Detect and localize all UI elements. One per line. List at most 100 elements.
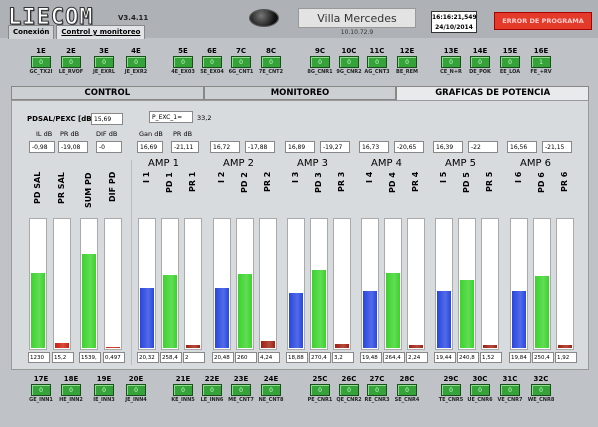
bar-label: PD 4	[388, 172, 397, 193]
led-value[interactable]: 1	[531, 56, 551, 68]
bar-fill	[535, 276, 549, 348]
bar-value: 250,4	[532, 352, 554, 363]
tab-conexion[interactable]: Conexión	[8, 25, 55, 39]
bar-fill	[238, 274, 252, 348]
led-code: 16E	[533, 47, 549, 55]
led-value[interactable]: 0	[202, 56, 222, 68]
bar-label: I 4	[365, 172, 374, 184]
led-14E[interactable]: 14E 0 DE_POK	[467, 47, 493, 76]
amp-gain-value: 16,56	[507, 141, 537, 153]
bar-fill	[512, 291, 526, 348]
led-19E[interactable]: 19E 0 IE_INN3	[91, 375, 117, 404]
amp-pr-value: -22	[468, 141, 498, 153]
bar-fill	[312, 270, 326, 348]
led-value[interactable]: 0	[126, 56, 146, 68]
led-4E[interactable]: 4E 0 JE_EXR2	[123, 47, 149, 76]
led-value[interactable]: 0	[31, 384, 51, 396]
bar-label: PR 1	[188, 172, 197, 193]
bar-fill	[31, 273, 45, 348]
led-value[interactable]: 0	[470, 384, 490, 396]
led-16E[interactable]: 16E 1 FE_+RV	[528, 47, 554, 76]
version-label: V3.4.11	[118, 14, 149, 22]
led-20E[interactable]: 20E 0 JE_INN4	[123, 375, 149, 404]
led-23E[interactable]: 23E 0 ME_CNT7	[228, 375, 254, 404]
bar-fill	[106, 347, 120, 348]
led-value[interactable]: 0	[397, 56, 417, 68]
led-value[interactable]: 0	[31, 56, 51, 68]
led-3E[interactable]: 3E 0 JE_EXRL	[91, 47, 117, 76]
led-11C[interactable]: 11C 0 AG_CNT3	[364, 47, 390, 76]
led-value[interactable]: 0	[261, 56, 281, 68]
led-code: 7C	[235, 47, 246, 55]
led-32C[interactable]: 32C 0 WE_CNR8	[528, 375, 555, 404]
led-value[interactable]: 0	[173, 56, 193, 68]
led-value[interactable]: 0	[310, 384, 330, 396]
led-value[interactable]: 0	[339, 56, 359, 68]
led-code: 26C	[341, 375, 357, 383]
datetime-box: 16:16:21,549 24/10/2014	[431, 11, 477, 33]
led-code: 24E	[263, 375, 279, 383]
led-value[interactable]: 0	[367, 384, 387, 396]
tab-control-monitoreo[interactable]: Control y monitoreo	[56, 25, 146, 39]
led-code: 14E	[472, 47, 488, 55]
header-bar: LIECOM V3.4.11 Villa Mercedes 10.10.72.9…	[0, 0, 598, 39]
led-value[interactable]: 0	[500, 384, 520, 396]
led-value[interactable]: 0	[202, 384, 222, 396]
bar-fill	[55, 343, 69, 348]
led-value[interactable]: 0	[126, 384, 146, 396]
il-label: IL dB	[36, 130, 53, 138]
led-label: FE_+RV	[530, 69, 552, 75]
led-8C[interactable]: 8C 0 7E_CNT2	[258, 47, 284, 76]
led-1E[interactable]: 1E 0 GC_TX2I	[28, 47, 54, 76]
pr-value: -19,08	[58, 141, 88, 153]
bar-value: 2,24	[406, 352, 428, 363]
led-24E[interactable]: 24E 0 NE_CNT8	[258, 375, 284, 404]
bar-value: 264,4	[383, 352, 405, 363]
led-value[interactable]: 0	[441, 56, 461, 68]
led-code: 28C	[399, 375, 415, 383]
led-value[interactable]: 0	[367, 56, 387, 68]
led-15E[interactable]: 15E 0 EE_LOA	[497, 47, 523, 76]
bar-value: 18,88	[286, 352, 308, 363]
led-value[interactable]: 0	[94, 56, 114, 68]
led-2E[interactable]: 2E 0 LE_RVOF	[58, 47, 84, 76]
led-value[interactable]: 0	[61, 384, 81, 396]
led-code: 6E	[207, 47, 217, 55]
led-value[interactable]: 0	[61, 56, 81, 68]
bar-fill	[186, 345, 200, 348]
bar-value: 19,44	[434, 352, 456, 363]
led-value[interactable]: 0	[231, 56, 251, 68]
led-7C[interactable]: 7C 0 6G_CNT1	[228, 47, 254, 76]
led-value[interactable]: 0	[231, 384, 251, 396]
bar-fill	[140, 288, 154, 348]
led-value[interactable]: 0	[470, 56, 490, 68]
led-18E[interactable]: 18E 0 HE_INN2	[58, 375, 84, 404]
tab-control[interactable]: CONTROL	[11, 86, 204, 100]
pdsal-value: 15,69	[91, 113, 123, 125]
tab-graficas-potencia[interactable]: GRAFICAS DE POTENCIA	[396, 86, 590, 100]
led-value[interactable]: 0	[531, 384, 551, 396]
led-value[interactable]: 0	[94, 384, 114, 396]
bar-fill	[289, 293, 303, 348]
led-value[interactable]: 0	[339, 384, 359, 396]
led-28C[interactable]: 28C 0 SE_CNR4	[394, 375, 420, 404]
led-30C[interactable]: 30C 0 UE_CNR6	[467, 375, 493, 404]
bar-value: 20,48	[212, 352, 234, 363]
amp-title: AMP 4	[371, 158, 403, 169]
led-value[interactable]: 0	[173, 384, 193, 396]
pexc-value: 33,2	[197, 114, 212, 122]
bar-track	[184, 218, 202, 350]
led-12E[interactable]: 12E 0 BE_REM	[394, 47, 420, 76]
amp-gain-value: 16,39	[433, 141, 463, 153]
led-27C[interactable]: 27C 0 RE_CNR3	[364, 375, 390, 404]
bar-fill	[363, 291, 377, 348]
led-value[interactable]: 0	[441, 384, 461, 396]
led-17E[interactable]: 17E 0 GE_INN1	[28, 375, 54, 404]
bar-track	[435, 218, 453, 350]
led-31C[interactable]: 31C 0 VE_CNR7	[497, 375, 523, 404]
led-value[interactable]: 0	[500, 56, 520, 68]
led-value[interactable]: 0	[261, 384, 281, 396]
led-value[interactable]: 0	[397, 384, 417, 396]
tab-monitoreo[interactable]: MONITOREO	[203, 86, 397, 100]
led-value[interactable]: 0	[310, 56, 330, 68]
